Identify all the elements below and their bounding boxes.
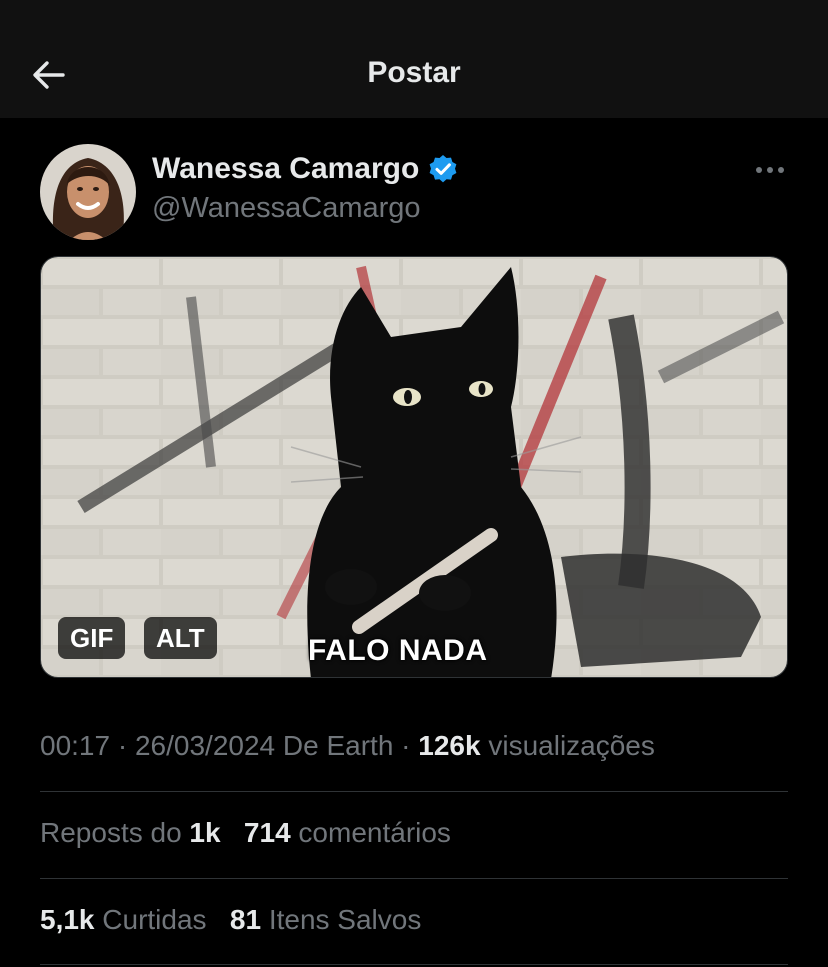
reposts-stat[interactable]: Reposts do 1k bbox=[40, 817, 228, 848]
gif-badge: GIF bbox=[58, 617, 126, 659]
avatar-photo bbox=[40, 144, 136, 240]
tweet-gif-media[interactable] bbox=[40, 256, 788, 678]
gif-image bbox=[41, 257, 787, 677]
alt-text-button[interactable]: ALT bbox=[144, 617, 217, 659]
comments-count: 714 bbox=[243, 817, 291, 848]
stats-row-likes: 5,1k Curtidas 81 Itens Salvos bbox=[40, 904, 421, 936]
author-handle[interactable]: @WanessaCamargo bbox=[152, 192, 421, 225]
verified-badge-icon bbox=[429, 155, 457, 183]
gif-caption: FALO NADA bbox=[308, 634, 488, 667]
meta-separator: · bbox=[401, 730, 419, 761]
author-name-row[interactable]: Wanessa Camargo bbox=[152, 152, 459, 186]
saves-count: 81 bbox=[229, 904, 262, 935]
saves-stat[interactable]: 81 Itens Salvos bbox=[230, 904, 421, 935]
tweet-source: De Earth bbox=[282, 730, 394, 761]
more-options-button[interactable] bbox=[748, 156, 792, 184]
likes-stat[interactable]: 5,1k Curtidas bbox=[40, 904, 214, 935]
author-display-name: Wanessa Camargo bbox=[152, 152, 420, 185]
reposts-label: Reposts do bbox=[40, 817, 182, 848]
likes-label: Curtidas bbox=[102, 904, 207, 935]
tweet-time: 00:17 bbox=[40, 730, 111, 761]
avatar[interactable] bbox=[40, 144, 136, 240]
page-title: Postar bbox=[367, 56, 461, 89]
divider bbox=[40, 878, 788, 879]
likes-count: 5,1k bbox=[40, 904, 95, 935]
more-horizontal-icon bbox=[756, 167, 784, 173]
meta-separator: · bbox=[117, 730, 135, 761]
reposts-count: 1k bbox=[189, 817, 221, 848]
comments-label: comentários bbox=[298, 817, 451, 848]
views-label: visualizações bbox=[488, 730, 655, 761]
tweet-date: 26/03/2024 bbox=[134, 730, 276, 761]
divider bbox=[40, 791, 788, 792]
stats-row-reposts: Reposts do 1k 714 comentários bbox=[40, 817, 451, 849]
top-bar: Postar bbox=[0, 0, 828, 118]
divider bbox=[40, 964, 788, 965]
tweet-meta: 00:17 · 26/03/2024 De Earth · 126k visua… bbox=[40, 730, 655, 762]
comments-stat[interactable]: 714 comentários bbox=[244, 817, 451, 848]
saves-label: Itens Salvos bbox=[268, 904, 422, 935]
views-count: 126k bbox=[418, 730, 481, 761]
